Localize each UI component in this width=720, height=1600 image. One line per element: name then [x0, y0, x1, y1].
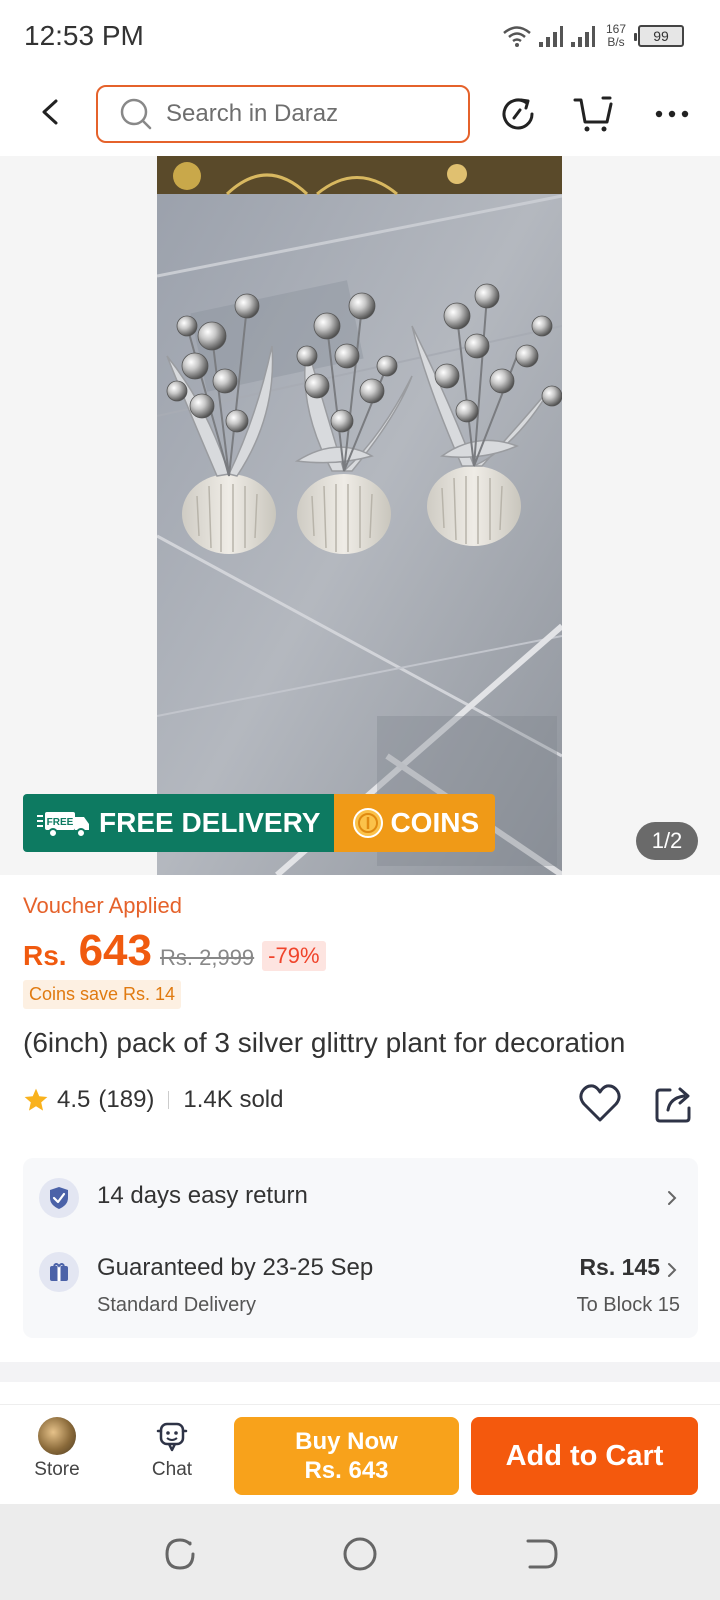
- product-image[interactable]: [157, 156, 562, 875]
- price-row: Rs. 643 Rs. 2,999 -79%: [23, 926, 326, 976]
- history-icon: [502, 98, 534, 130]
- voucher-applied-label: Voucher Applied: [23, 893, 183, 918]
- net-speed: 167 B/s: [606, 23, 626, 49]
- signal-icon-2: [570, 26, 595, 47]
- image-page-indicator: 1/2: [636, 822, 698, 860]
- add-to-cart-button[interactable]: Add to Cart: [471, 1417, 698, 1495]
- history-button[interactable]: [496, 92, 540, 136]
- recents-icon[interactable]: [160, 1534, 200, 1574]
- divider: [168, 1091, 170, 1109]
- review-count: (189): [98, 1086, 155, 1113]
- status-icons: 167 B/s 99: [502, 20, 684, 52]
- rating-value: 4.5: [57, 1086, 91, 1113]
- battery-indicator: 99: [634, 25, 684, 47]
- delivery-row[interactable]: Guaranteed by 23-25 Sep Standard Deliver…: [23, 1238, 698, 1338]
- bottom-action-bar: Store Chat Buy Now Rs. 643 Add to Cart: [0, 1404, 720, 1504]
- chat-button[interactable]: Chat: [132, 1417, 212, 1481]
- chevron-right-icon: [668, 1191, 677, 1205]
- chat-icon: [156, 1422, 188, 1452]
- original-price: Rs. 2,999: [160, 945, 255, 970]
- rating-row[interactable]: 4.5 (189) 1.4K sold: [23, 1086, 283, 1114]
- discount-badge: -79%: [262, 941, 326, 971]
- delivery-type-text: Standard Delivery: [97, 1294, 256, 1316]
- wishlist-button[interactable]: [578, 1082, 622, 1126]
- signal-icon: [538, 26, 563, 47]
- back-nav-icon[interactable]: [522, 1534, 562, 1574]
- price-value: 643: [78, 926, 152, 975]
- shield-icon-wrap: [39, 1178, 79, 1218]
- more-button[interactable]: [650, 92, 694, 136]
- chevron-right-icon: [668, 1263, 677, 1277]
- store-label: Store: [34, 1459, 80, 1480]
- coins-save-badge: Coins save Rs. 14: [23, 980, 182, 1009]
- cart-button[interactable]: [572, 92, 616, 136]
- shield-icon: [50, 1187, 68, 1209]
- more-icon: [655, 110, 689, 118]
- wifi-icon: [503, 26, 531, 47]
- free-delivery-label: FREE DELIVERY: [99, 807, 321, 838]
- heart-icon: [579, 1084, 621, 1122]
- product-title: (6inch) pack of 3 silver glittry plant f…: [23, 1027, 626, 1058]
- product-photo: [157, 156, 562, 875]
- back-button[interactable]: [30, 92, 70, 132]
- status-time: 12:53 PM: [24, 20, 144, 51]
- chat-icon-wrap: [153, 1417, 191, 1455]
- home-icon[interactable]: [340, 1534, 380, 1574]
- top-bar: [0, 72, 720, 156]
- price-currency: Rs.: [23, 940, 67, 971]
- share-button[interactable]: [652, 1082, 696, 1126]
- package-icon: [50, 1263, 68, 1281]
- buy-now-button[interactable]: Buy Now Rs. 643: [234, 1417, 459, 1495]
- sold-count: 1.4K sold: [183, 1086, 284, 1113]
- delivery-fee: Rs. 145: [579, 1254, 660, 1280]
- store-button[interactable]: Store: [17, 1417, 97, 1481]
- delivery-guarantee-text: Guaranteed by 23-25 Sep: [97, 1254, 374, 1281]
- cart-icon: [573, 96, 613, 132]
- buy-now-label: Buy Now: [295, 1428, 398, 1455]
- section-divider: [0, 1362, 720, 1382]
- delivery-location: To Block 15: [576, 1294, 680, 1316]
- delivery-truck-icon: FREE: [37, 812, 89, 838]
- back-icon: [42, 99, 58, 125]
- store-avatar: [38, 1417, 76, 1455]
- return-policy-text: 14 days easy return: [97, 1182, 308, 1209]
- net-speed-unit: B/s: [607, 35, 625, 49]
- coins-label: COINS: [390, 807, 480, 838]
- buy-now-price: Rs. 643: [304, 1457, 389, 1484]
- promo-banner: FREE FREE DELIVERY COINS: [23, 794, 496, 852]
- service-card: 14 days easy return Guaranteed by 23-25 …: [23, 1158, 698, 1338]
- search-input[interactable]: [166, 100, 446, 128]
- share-icon: [655, 1087, 691, 1123]
- return-policy-row[interactable]: 14 days easy return: [23, 1158, 698, 1238]
- search-icon: [120, 98, 152, 130]
- star-icon: [24, 1088, 48, 1111]
- chat-label: Chat: [151, 1459, 193, 1480]
- free-tag: FREE: [47, 817, 74, 828]
- search-box[interactable]: [96, 85, 470, 143]
- product-gallery[interactable]: FREE FREE DELIVERY COINS 1/2: [0, 156, 720, 875]
- coins-badge: COINS: [334, 794, 496, 852]
- coin-icon: [353, 808, 384, 838]
- system-nav-bar: [0, 1504, 720, 1600]
- free-delivery-badge: FREE FREE DELIVERY: [23, 794, 335, 852]
- gift-icon-wrap: [39, 1252, 79, 1292]
- status-bar: 12:53 PM 167 B/s 99: [0, 0, 720, 72]
